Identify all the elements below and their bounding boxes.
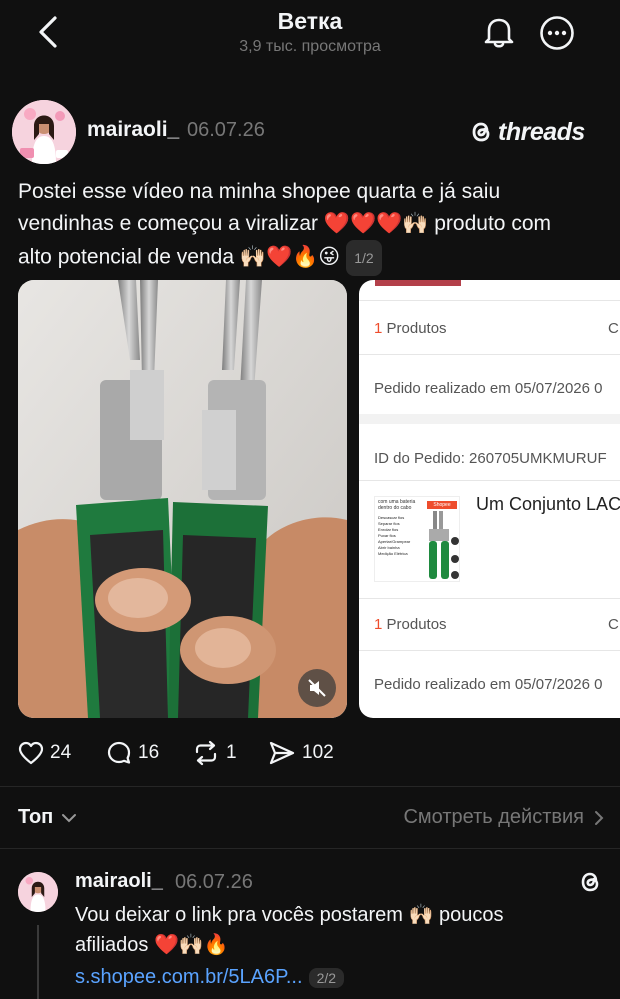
emoji-group: 🙌🏻❤️🔥😜 xyxy=(239,245,341,269)
products-label: Produtos xyxy=(382,320,447,337)
mute-button[interactable] xyxy=(298,669,336,707)
post-text-segment: Postei esse vídeo na minha shopee quarta… xyxy=(18,180,501,203)
reply-text-line: Vou deixar o link pra vocês postarem 🙌🏻 … xyxy=(75,900,605,930)
repost-action[interactable]: 1 xyxy=(192,738,237,768)
divider xyxy=(359,480,620,481)
view-count: 3,9 тыс. просмотра xyxy=(239,38,381,55)
reply-text-segment: afiliados xyxy=(75,934,154,956)
products-label: Produtos xyxy=(382,616,447,633)
like-action[interactable]: 24 xyxy=(18,738,71,768)
order-screenshot[interactable]: 1 Produtos C Pedido realizado em 05/07/2… xyxy=(359,280,620,718)
truncated-text: C xyxy=(608,616,619,633)
order-date-row: Pedido realizado em 05/07/2026 0 xyxy=(374,676,603,693)
emoji-group: ❤️🙌🏻🔥 xyxy=(153,934,229,956)
chevron-down-icon xyxy=(62,813,77,822)
repost-count: 1 xyxy=(226,742,237,763)
reply-date: 06.07.26 xyxy=(175,871,253,893)
see-activity-label: Смотреть действия xyxy=(403,806,584,828)
divider xyxy=(359,354,620,355)
product-title: Um Conjunto LAC xyxy=(476,494,620,514)
order-id-row: ID do Pedido: 260705UMKMURUF xyxy=(374,450,607,467)
post-text: Postei esse vídeo na minha shopee quarta… xyxy=(18,176,608,276)
notifications-button[interactable] xyxy=(480,12,518,52)
avatar-photo-icon xyxy=(18,872,58,912)
thumb-feature: Medição Elétrica xyxy=(378,551,408,556)
divider xyxy=(0,848,620,849)
post-text-line: Postei esse vídeo na minha shopee quarta… xyxy=(18,176,608,208)
share-count: 102 xyxy=(302,742,334,763)
reply-text-line: afiliados ❤️🙌🏻🔥 xyxy=(75,930,605,960)
page-title: Ветка xyxy=(277,8,343,34)
thread-connector-line xyxy=(37,925,39,999)
comment-count: 16 xyxy=(138,742,160,763)
like-count: 24 xyxy=(50,742,72,763)
reply-text: Vou deixar o link pra vocês postarem 🙌🏻 … xyxy=(75,900,605,960)
speaker-muted-icon xyxy=(308,679,326,697)
shopee-link[interactable]: s.shopee.com.br/5LA6P... xyxy=(75,966,303,989)
more-options-button[interactable] xyxy=(538,14,576,52)
threads-wordmark: threads xyxy=(498,117,585,146)
order-date-row: Pedido realizado em 05/07/2026 0 xyxy=(374,380,603,397)
post-text-segment: produto com xyxy=(428,212,551,235)
page-badge: 1/2 xyxy=(346,240,382,276)
post-date: 06.07.26 xyxy=(187,119,265,141)
post-video[interactable] xyxy=(18,280,347,718)
divider xyxy=(0,786,620,787)
more-horizontal-icon xyxy=(540,16,574,50)
sort-dropdown[interactable]: Топ xyxy=(18,806,77,829)
send-icon xyxy=(269,741,295,765)
reply-text-segment: poucos xyxy=(433,904,504,926)
thumb-shopee-badge: Shopee xyxy=(427,501,457,509)
threads-icon xyxy=(581,872,599,892)
avatar-photo-icon xyxy=(12,100,76,164)
sort-label: Топ xyxy=(18,806,54,828)
comment-action[interactable]: 16 xyxy=(106,738,159,768)
pliers-video-frame xyxy=(18,280,347,718)
threads-logo: threads xyxy=(468,116,585,148)
share-action[interactable]: 102 xyxy=(268,738,334,768)
reply-author-avatar[interactable] xyxy=(18,872,58,912)
comment-icon xyxy=(107,741,131,764)
chevron-right-icon xyxy=(595,810,604,825)
product-thumbnail: com uma bateria dentro do cabo Shopee De… xyxy=(374,496,460,582)
threads-icon-button[interactable] xyxy=(576,868,604,896)
truncated-text: C xyxy=(608,320,619,337)
heart-icon xyxy=(18,741,44,765)
divider xyxy=(359,650,620,651)
post-text-line: vendinhas e começou a viralizar ❤️❤️❤️🙌🏻… xyxy=(18,208,608,240)
repost-icon xyxy=(195,740,217,766)
reply-author-username[interactable]: mairaoli_ xyxy=(75,870,163,893)
emoji-group: 🙌🏻 xyxy=(408,904,434,926)
author-avatar[interactable] xyxy=(12,100,76,164)
thread-header: Ветка 3,9 тыс. просмотра xyxy=(0,0,620,70)
see-activity-link[interactable]: Смотреть действия xyxy=(403,806,604,829)
thumb-feature-list: Descascar fios Separar fios Enrolar fios… xyxy=(378,515,422,557)
bell-icon xyxy=(484,18,514,48)
post-text-segment: alto potencial de venda xyxy=(18,245,240,269)
post-text-segment: vendinhas e começou a viralizar xyxy=(18,212,324,235)
shopee-link-row: s.shopee.com.br/5LA6P... 2/2 xyxy=(75,966,345,989)
divider xyxy=(359,598,620,599)
section-gap xyxy=(359,414,620,424)
threads-icon xyxy=(472,122,490,142)
page-badge: 2/2 xyxy=(308,967,345,988)
pliers-product-icon xyxy=(429,511,459,579)
author-username[interactable]: mairaoli_ xyxy=(87,118,179,142)
divider xyxy=(359,300,620,301)
emoji-group: ❤️❤️❤️🙌🏻 xyxy=(323,212,429,235)
product-thumb-top xyxy=(375,280,461,286)
post-text-line: alto potencial de venda 🙌🏻❤️🔥😜 1/2 xyxy=(18,240,608,276)
reply-text-segment: Vou deixar o link pra vocês postarem xyxy=(75,904,409,926)
thumb-header: com uma bateria dentro do cabo xyxy=(378,499,416,511)
